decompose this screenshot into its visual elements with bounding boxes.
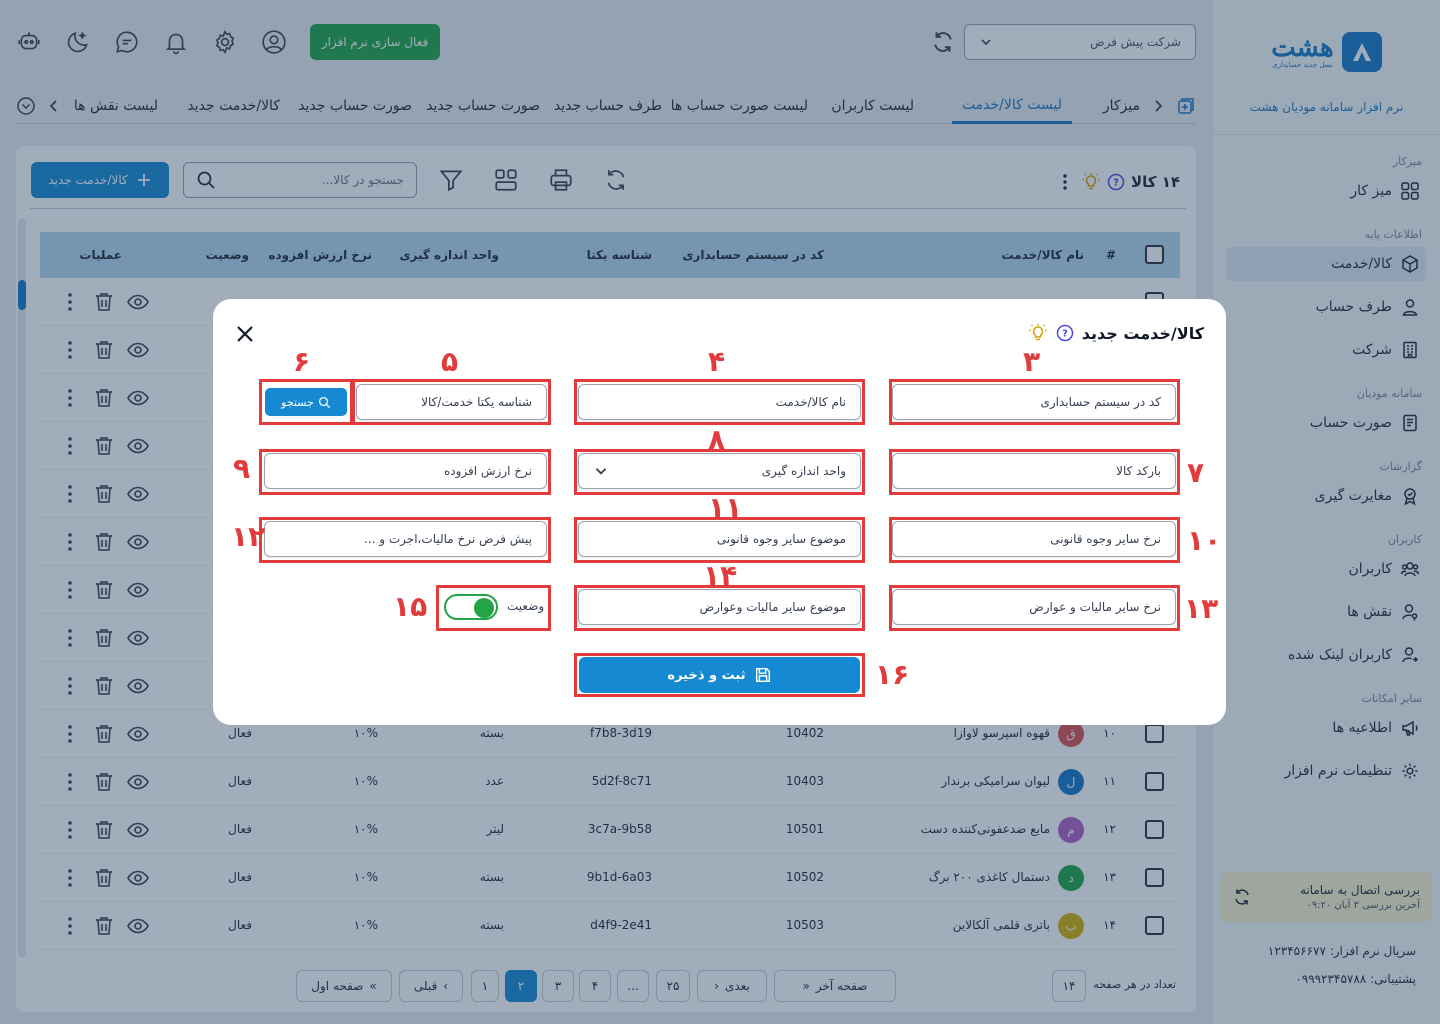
other-legal-subject-input[interactable]: موضوع سایر وجوه قانونی: [578, 521, 861, 557]
field-placeholder: بارکد کالا: [1116, 464, 1161, 478]
field-placeholder: نرخ سایر وجوه قانونی: [1050, 532, 1161, 546]
annotation-number: ۴: [708, 345, 726, 378]
barcode-input[interactable]: بارکد کالا: [892, 453, 1176, 489]
close-icon[interactable]: [235, 324, 255, 344]
chevron-down-icon: [595, 468, 607, 475]
modal-title: کالا/خدمت جدید ?: [1028, 323, 1204, 343]
annotation-number: ۳: [1023, 345, 1041, 378]
help-icon[interactable]: ?: [1056, 324, 1074, 342]
save-icon: [755, 667, 770, 683]
other-tax-rate-input[interactable]: نرخ سایر مالیات و عوارض: [892, 589, 1176, 625]
toggle-knob: [474, 598, 494, 618]
annotation-number: ۷: [1187, 456, 1205, 489]
annotation-number: ۱۱: [708, 491, 743, 524]
vat-rate-input[interactable]: نرخ ارزش افزوده: [264, 453, 547, 489]
other-legal-rate-input[interactable]: نرخ سایر وجوه قانونی: [892, 521, 1176, 557]
product-name-input[interactable]: نام کالا/خدمت: [578, 384, 861, 420]
annotation-number: ۱۲: [231, 520, 266, 553]
field-placeholder: موضوع سایر مالیات وعوارض: [699, 600, 846, 614]
unique-id-input[interactable]: شناسه یکتا خدمت/کالا: [356, 384, 547, 420]
field-placeholder: واحد اندازه گیری: [761, 464, 846, 478]
field-placeholder: پیش فرض نرخ مالیات،اجرت و ...: [364, 532, 532, 546]
annotation-number: ۱۵: [393, 590, 428, 623]
annotation-number: ۱۴: [703, 559, 738, 592]
new-product-modal: کالا/خدمت جدید ? کد در سیستم حسابداری ۳ …: [213, 299, 1226, 725]
status-toggle[interactable]: [444, 594, 498, 620]
other-tax-subject-input[interactable]: موضوع سایر مالیات وعوارض: [578, 589, 861, 625]
modal-title-text: کالا/خدمت جدید: [1081, 323, 1204, 343]
field-placeholder: شناسه یکتا خدمت/کالا: [421, 395, 532, 409]
field-placeholder: موضوع سایر وجوه قانونی: [716, 532, 846, 546]
field-placeholder: کد در سیستم حسابداری: [1040, 395, 1161, 409]
status-label: وضعیت: [507, 599, 545, 613]
search-icon: [318, 396, 331, 408]
annotation-number: ۵: [441, 345, 459, 378]
annotation-number: ۸: [708, 423, 726, 456]
svg-text:?: ?: [1062, 329, 1068, 340]
unit-select[interactable]: واحد اندازه گیری: [578, 453, 861, 489]
field-placeholder: نرخ سایر مالیات و عوارض: [1029, 600, 1161, 614]
annotation-number: ۹: [233, 452, 251, 485]
default-tax-rate-input[interactable]: پیش فرض نرخ مالیات،اجرت و ...: [264, 521, 547, 557]
save-button[interactable]: ثبت و ذخیره: [579, 657, 860, 693]
unique-id-search-button[interactable]: جستجو: [265, 388, 347, 416]
field-placeholder: نرخ ارزش افزوده: [443, 464, 532, 478]
annotation-number: ۱۶: [875, 658, 910, 691]
annotation-number: ۶: [293, 345, 311, 378]
annotation-number: ۱۰: [1187, 524, 1222, 557]
annotation-number: ۱۳: [1184, 592, 1219, 625]
lightbulb-icon[interactable]: [1028, 323, 1048, 343]
accounting-code-input[interactable]: کد در سیستم حسابداری: [892, 384, 1176, 420]
save-button-label: ثبت و ذخیره: [667, 667, 746, 683]
field-placeholder: نام کالا/خدمت: [775, 395, 846, 409]
search-button-label: جستجو: [281, 395, 314, 409]
